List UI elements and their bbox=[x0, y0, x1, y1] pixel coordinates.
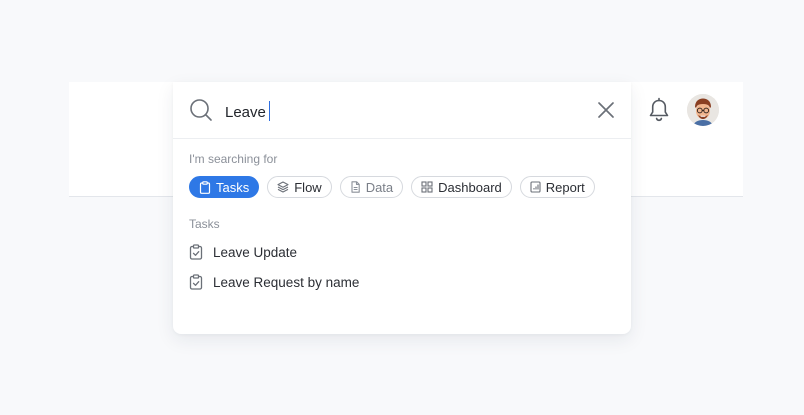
filter-chip-dashboard[interactable]: Dashboard bbox=[411, 176, 512, 198]
search-input[interactable]: Leave bbox=[225, 101, 271, 122]
result-item-leave-update[interactable]: Leave Update bbox=[189, 244, 297, 260]
filter-chip-label: Tasks bbox=[216, 179, 250, 195]
filter-chip-label: Dashboard bbox=[438, 179, 502, 195]
notifications-bell-icon[interactable] bbox=[646, 96, 672, 124]
layers-icon bbox=[277, 181, 289, 193]
filter-chip-group: Tasks Flow Data Dashboard Report bbox=[189, 176, 595, 198]
result-item-label: Leave Update bbox=[213, 244, 298, 260]
filter-chip-report[interactable]: Report bbox=[519, 176, 595, 198]
search-icon bbox=[189, 98, 213, 122]
filter-chip-data[interactable]: Data bbox=[339, 176, 404, 198]
report-icon bbox=[530, 181, 541, 193]
clear-search-close-icon[interactable] bbox=[597, 101, 615, 119]
filter-chip-label: Report bbox=[545, 179, 585, 195]
clipboard-check-icon bbox=[189, 274, 203, 290]
document-icon bbox=[351, 181, 360, 193]
results-section-label: Tasks bbox=[189, 217, 220, 231]
clipboard-check-icon bbox=[189, 244, 203, 260]
filter-chip-flow[interactable]: Flow bbox=[267, 176, 332, 198]
filter-chip-label: Data bbox=[365, 179, 394, 195]
clipboard-icon bbox=[199, 180, 211, 194]
text-cursor bbox=[268, 101, 271, 121]
result-item-label: Leave Request by name bbox=[213, 274, 360, 290]
search-input-value: Leave bbox=[225, 104, 266, 121]
grid-icon bbox=[421, 181, 433, 193]
search-dropdown-panel: Leave I'm searching for Tasks Flow Data … bbox=[173, 82, 631, 334]
filter-chip-tasks[interactable]: Tasks bbox=[189, 176, 260, 198]
filter-section-label: I'm searching for bbox=[189, 152, 278, 166]
result-item-leave-request[interactable]: Leave Request by name bbox=[189, 274, 359, 290]
filter-chip-label: Flow bbox=[294, 179, 322, 195]
search-bar: Leave bbox=[173, 82, 631, 139]
user-avatar[interactable] bbox=[687, 94, 719, 126]
